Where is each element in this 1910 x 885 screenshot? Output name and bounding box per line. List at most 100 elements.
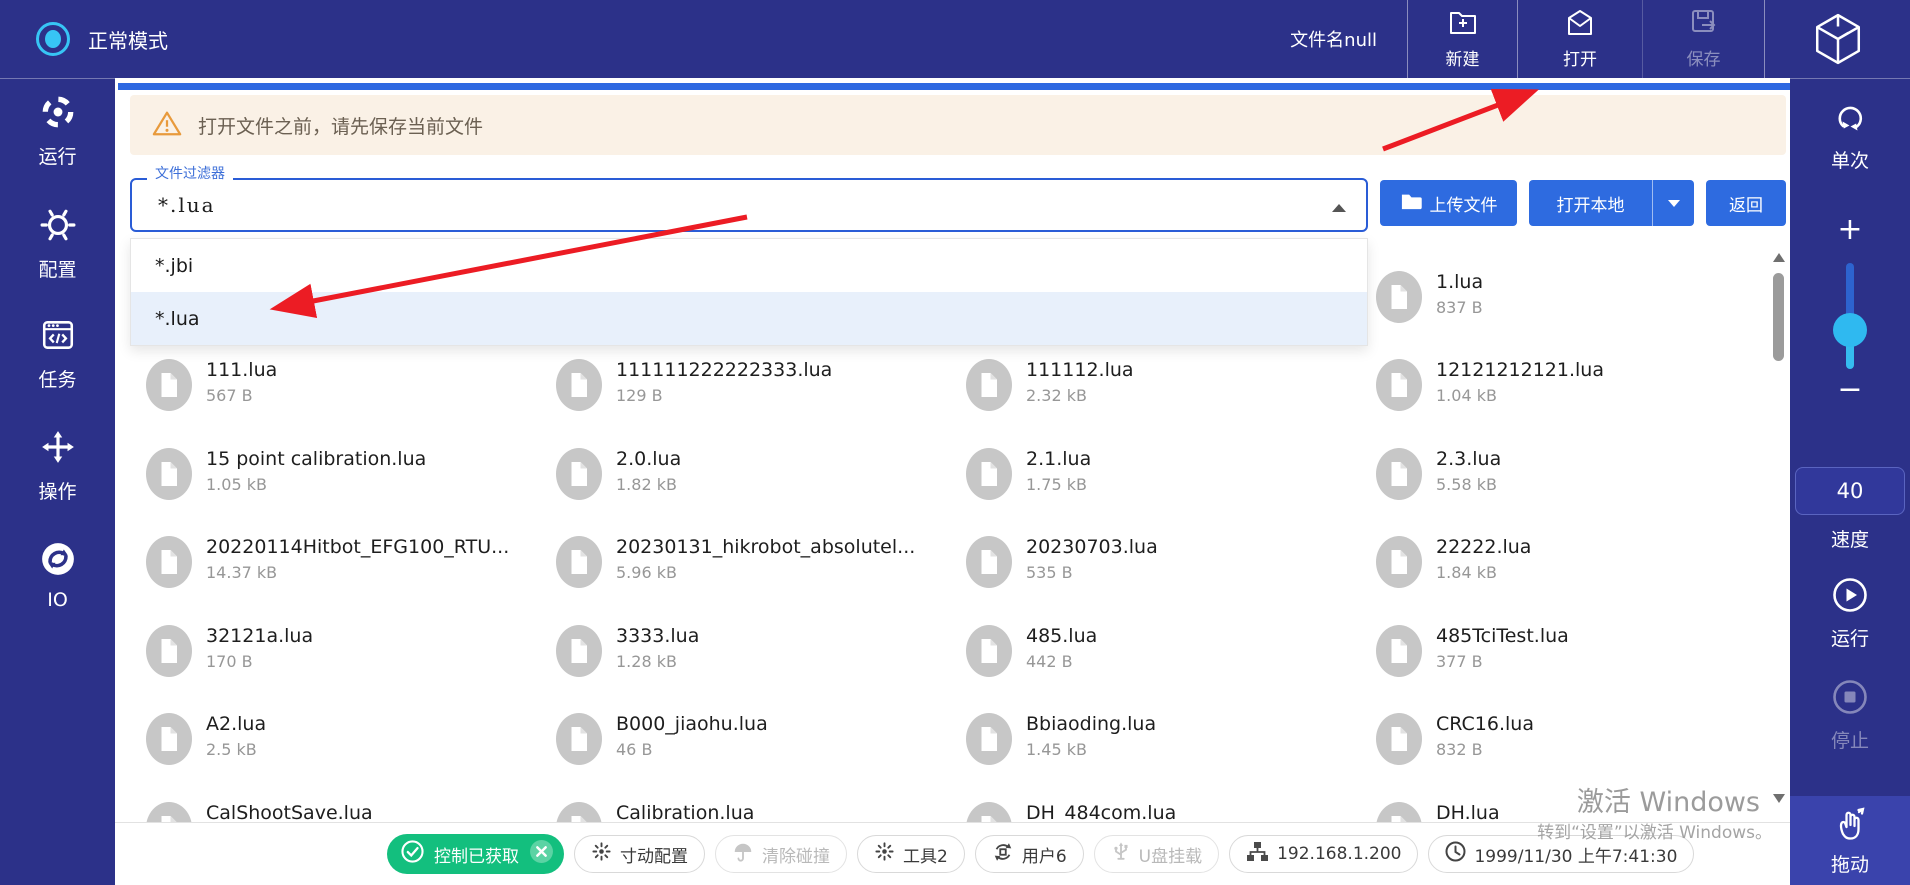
jog-config-pill[interactable]: 寸动配置 (574, 835, 705, 873)
file-item[interactable]: 15 point calibration.lua1.05 kB (146, 448, 426, 504)
save-file-button[interactable]: 保存 (1642, 0, 1764, 78)
file-doc-icon (146, 536, 192, 592)
file-name: 3333.lua (616, 625, 699, 648)
dropdown-option-lua[interactable]: *.lua (131, 292, 1367, 345)
drag-mode-button[interactable]: 拖动 (1790, 796, 1910, 885)
speed-plus-button[interactable]: + (1790, 215, 1910, 245)
file-size: 567 B (206, 386, 277, 405)
clock-icon (1445, 841, 1466, 867)
file-item[interactable]: Calibration.lua (556, 802, 754, 822)
clear-collision-pill[interactable]: 清除碰撞 (715, 835, 847, 873)
file-item[interactable]: 2.0.lua1.82 kB (556, 448, 681, 504)
single-cycle-button[interactable]: 单次 (1790, 101, 1910, 173)
file-item[interactable]: 111112.lua2.32 kB (966, 359, 1134, 415)
file-item[interactable]: 485TciTest.lua377 B (1376, 625, 1569, 681)
file-item[interactable]: 485.lua442 B (966, 625, 1097, 681)
file-doc-icon (1376, 802, 1422, 822)
speed-minus-button[interactable]: − (1790, 375, 1910, 405)
new-file-button[interactable]: 新建 (1407, 0, 1517, 78)
file-filter-input[interactable]: *.lua (130, 178, 1368, 232)
file-name: A2.lua (206, 713, 266, 736)
file-item[interactable]: DH_484com.lua (966, 802, 1176, 822)
file-name: 111111222222333.lua (616, 359, 832, 382)
file-doc-icon (1376, 448, 1422, 504)
file-doc-icon (966, 713, 1012, 769)
file-name: 111.lua (206, 359, 277, 382)
control-acquired-pill[interactable]: 控制已获取 (387, 834, 564, 874)
chevron-up-icon[interactable] (1332, 204, 1346, 212)
tool-pill[interactable]: 工具2 (857, 835, 965, 873)
file-item[interactable]: DH.lua (1376, 802, 1500, 822)
file-doc-icon (966, 625, 1012, 681)
file-item[interactable]: 20230131_hikrobot_absolutel...5.96 kB (556, 536, 915, 592)
file-size: 1.82 kB (616, 475, 681, 494)
sidebar-item-task[interactable]: 任务 (0, 317, 115, 392)
filename-label: 文件名null (1280, 0, 1407, 78)
lan-icon (1246, 841, 1269, 867)
stop-circle-icon (1832, 679, 1868, 720)
file-item[interactable]: 1.lua837 B (1376, 271, 1483, 327)
file-item[interactable]: A2.lua2.5 kB (146, 713, 266, 769)
file-item[interactable]: 12121212121.lua1.04 kB (1376, 359, 1604, 415)
file-item[interactable]: 111.lua 567 B (146, 359, 277, 415)
user-frame-pill[interactable]: 用户6 (975, 835, 1084, 873)
scroll-up-icon[interactable] (1773, 253, 1785, 262)
open-file-button[interactable]: 打开 (1517, 0, 1642, 78)
upload-file-button[interactable]: 上传文件 (1380, 180, 1517, 226)
file-item[interactable]: 20230703.lua535 B (966, 536, 1158, 592)
sidebar-item-run[interactable]: 运行 (0, 94, 115, 169)
run-program-button[interactable]: 运行 (1790, 577, 1910, 651)
loop-icon (1833, 101, 1867, 140)
code-window-icon (40, 317, 76, 358)
open-file-icon (1565, 8, 1595, 41)
open-local-caret-button[interactable] (1652, 180, 1694, 226)
release-control-icon[interactable] (529, 839, 554, 869)
jog-sun-icon (591, 841, 612, 867)
file-item[interactable]: 3333.lua1.28 kB (556, 625, 699, 681)
file-doc-icon (556, 536, 602, 592)
file-item[interactable]: 22222.lua1.84 kB (1376, 536, 1531, 592)
file-name: CalShootSave.lua (206, 802, 373, 822)
sidebar-item-config[interactable]: 配置 (0, 207, 115, 282)
scrollbar-thumb[interactable] (1773, 273, 1784, 361)
file-item[interactable]: 2.3.lua5.58 kB (1376, 448, 1501, 504)
file-item[interactable]: CalShootSave.lua (146, 802, 373, 822)
accent-divider (118, 83, 1790, 90)
scroll-down-icon[interactable] (1773, 794, 1785, 803)
file-item[interactable]: 111111222222333.lua129 B (556, 359, 832, 415)
file-doc-icon (556, 359, 602, 415)
file-item[interactable]: 32121a.lua170 B (146, 625, 313, 681)
file-name: 20230131_hikrobot_absolutel... (616, 536, 915, 559)
file-item[interactable]: B000_jiaohu.lua46 B (556, 713, 768, 769)
file-item[interactable]: CRC16.lua 832 B (1376, 713, 1534, 769)
back-button[interactable]: 返回 (1706, 180, 1786, 226)
sidebar-item-io[interactable]: IO (0, 541, 115, 611)
usb-mount-pill[interactable]: U盘挂载 (1094, 835, 1219, 873)
file-item[interactable]: Bbiaoding.lua1.45 kB (966, 713, 1156, 769)
file-item[interactable]: 2.1.lua1.75 kB (966, 448, 1091, 504)
file-size: 5.58 kB (1436, 475, 1501, 494)
file-item[interactable]: 20220114Hitbot_EFG100_RTU...14.37 kB (146, 536, 509, 592)
mode-indicator[interactable]: 正常模式 (36, 0, 168, 78)
folder-icon (1400, 191, 1422, 216)
move-arrows-icon (40, 429, 76, 470)
check-circle-icon (401, 840, 424, 868)
open-local-button[interactable]: 打开本地 (1529, 180, 1652, 226)
stop-program-button[interactable]: 停止 (1790, 679, 1910, 753)
io-swap-icon (40, 541, 76, 582)
file-doc-icon (556, 802, 602, 822)
speed-slider-thumb[interactable] (1833, 313, 1867, 347)
play-circle-icon (1832, 577, 1868, 618)
umbrella-icon (732, 841, 754, 868)
file-doc-icon (1376, 536, 1422, 592)
file-doc-icon (556, 448, 602, 504)
file-size: 832 B (1436, 740, 1534, 759)
open-local-button-group: 打开本地 (1529, 180, 1694, 226)
sidebar-item-operate[interactable]: 操作 (0, 429, 115, 504)
file-name: CRC16.lua (1436, 713, 1534, 736)
file-name: 111112.lua (1026, 359, 1134, 382)
speed-value-box[interactable]: 40 (1795, 467, 1905, 515)
dropdown-option-jbi[interactable]: *.jbi (131, 239, 1367, 292)
windows-activation-watermark-sub: 转到“设置”以激活 Windows。 (1537, 818, 1772, 843)
network-ip-pill[interactable]: 192.168.1.200 (1229, 835, 1418, 873)
